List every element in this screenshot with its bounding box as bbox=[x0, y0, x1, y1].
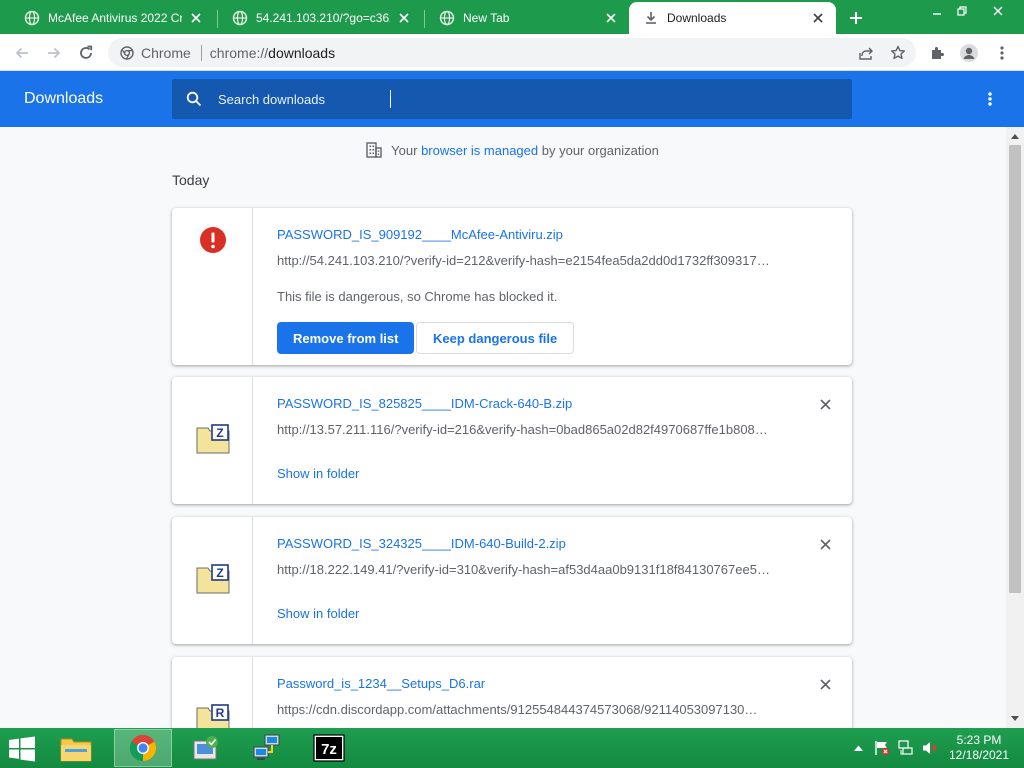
show-hidden-icons-arrow-icon[interactable] bbox=[850, 740, 866, 756]
chrome-logo-icon bbox=[120, 45, 134, 60]
clock-date: 12/18/2021 bbox=[948, 748, 1010, 762]
tab-title: McAfee Antivirus 2022 Cra bbox=[48, 11, 182, 25]
danger-icon bbox=[199, 226, 227, 254]
tab-new-tab[interactable]: New Tab bbox=[425, 2, 629, 34]
windows-start-icon[interactable] bbox=[8, 736, 40, 762]
downloads-list: Your browser is managed by your organiza… bbox=[0, 127, 1006, 728]
reload-button[interactable] bbox=[73, 40, 99, 66]
bookmark-star-icon[interactable] bbox=[889, 44, 907, 62]
taskbar-clock[interactable]: 5:23 PM 12/18/2021 bbox=[944, 733, 1014, 763]
downloads-header: Downloads bbox=[0, 71, 1024, 127]
text-cursor bbox=[390, 90, 391, 108]
forward-button[interactable] bbox=[41, 40, 67, 66]
more-actions-icon[interactable] bbox=[978, 87, 1002, 111]
svg-text:Z: Z bbox=[216, 566, 223, 580]
address-bar[interactable]: Chrome chrome://downloads bbox=[108, 38, 916, 67]
control-panel-icon[interactable] bbox=[177, 729, 235, 767]
download-url[interactable]: http://18.222.149.41/?verify-id=310&veri… bbox=[277, 562, 777, 577]
url-text: chrome://downloads bbox=[209, 44, 336, 61]
search-input[interactable] bbox=[218, 91, 818, 107]
show-in-folder-link[interactable]: Show in folder bbox=[277, 466, 359, 481]
7zip-icon[interactable]: 7z bbox=[300, 729, 358, 767]
extensions-puzzle-icon[interactable] bbox=[924, 40, 950, 66]
tab-downloads[interactable]: Downloads bbox=[629, 2, 836, 34]
building-icon bbox=[365, 141, 383, 159]
zip-file-icon: Z bbox=[196, 564, 230, 594]
close-tab-icon[interactable] bbox=[396, 10, 412, 26]
share-icon[interactable] bbox=[857, 44, 875, 62]
network-icon[interactable] bbox=[238, 729, 296, 767]
search-box[interactable] bbox=[172, 79, 852, 119]
keep-dangerous-file-button[interactable]: Keep dangerous file bbox=[416, 322, 575, 354]
action-center-flag-icon[interactable] bbox=[874, 740, 890, 756]
close-tab-icon[interactable] bbox=[603, 10, 619, 26]
volume-muted-icon[interactable] bbox=[922, 740, 938, 756]
svg-text:R: R bbox=[216, 706, 225, 720]
tab-mcafee[interactable]: McAfee Antivirus 2022 Cra bbox=[10, 2, 214, 34]
download-filename[interactable]: Password_is_1234__Setups_D6.rar bbox=[277, 676, 485, 691]
scroll-up-arrow-icon[interactable] bbox=[1006, 129, 1024, 143]
7zip-label: 7z bbox=[321, 741, 337, 758]
tab-title: New Tab bbox=[463, 11, 510, 25]
browser-toolbar: Chrome chrome://downloads bbox=[0, 34, 1024, 71]
remove-item-close-icon[interactable] bbox=[816, 395, 834, 413]
download-filename[interactable]: PASSWORD_IS_324325____IDM-640-Build-2.zi… bbox=[277, 536, 566, 551]
download-item-dangerous: PASSWORD_IS_909192____McAfee-Antiviru.zi… bbox=[172, 208, 852, 365]
close-window-icon[interactable] bbox=[978, 0, 1018, 22]
remove-item-close-icon[interactable] bbox=[816, 675, 834, 693]
download-icon bbox=[643, 10, 659, 26]
tab-title: 54.241.103.210/?go=c362 bbox=[256, 11, 390, 25]
windows-taskbar: 7z 5:23 PM 12/18/2021 bbox=[0, 728, 1024, 768]
browser-managed-link[interactable]: browser is managed bbox=[421, 143, 538, 158]
download-url[interactable]: https://cdn.discordapp.com/attachments/9… bbox=[277, 702, 777, 717]
back-button[interactable] bbox=[9, 40, 35, 66]
new-tab-button[interactable] bbox=[845, 7, 867, 29]
managed-notice: Your browser is managed by your organiza… bbox=[0, 141, 1006, 159]
svg-text:Z: Z bbox=[216, 426, 223, 440]
download-url[interactable]: http://13.57.211.116/?verify-id=216&veri… bbox=[277, 422, 777, 437]
tab-title: Downloads bbox=[667, 11, 727, 25]
search-icon bbox=[184, 89, 204, 109]
scroll-down-arrow-icon[interactable] bbox=[1006, 711, 1024, 725]
download-url[interactable]: http://54.241.103.210/?verify-id=212&ver… bbox=[277, 253, 777, 268]
download-filename[interactable]: PASSWORD_IS_909192____McAfee-Antiviru.zi… bbox=[277, 227, 563, 242]
file-explorer-icon[interactable] bbox=[47, 729, 105, 767]
remove-from-list-button[interactable]: Remove from list bbox=[277, 322, 415, 354]
tab-strip: McAfee Antivirus 2022 Cra 54.241.103.210… bbox=[0, 0, 1024, 34]
globe-icon bbox=[439, 10, 455, 26]
scroll-thumb[interactable] bbox=[1009, 145, 1021, 593]
address-separator bbox=[200, 44, 202, 61]
browser-menu-icon[interactable] bbox=[989, 40, 1015, 66]
restore-icon[interactable] bbox=[947, 0, 977, 22]
globe-icon bbox=[232, 10, 248, 26]
chrome-icon[interactable] bbox=[114, 729, 172, 767]
globe-icon bbox=[24, 10, 40, 26]
download-filename[interactable]: PASSWORD_IS_825825____IDM-Crack-640-B.zi… bbox=[277, 396, 572, 411]
rar-file-icon: R bbox=[196, 704, 230, 728]
close-tab-icon[interactable] bbox=[810, 10, 826, 26]
show-in-folder-link[interactable]: Show in folder bbox=[277, 606, 359, 621]
download-item: R Password_is_1234__Setups_D6.rar https:… bbox=[172, 657, 852, 728]
date-section-label: Today bbox=[172, 172, 210, 188]
site-label: Chrome bbox=[141, 44, 191, 61]
remove-item-close-icon[interactable] bbox=[816, 535, 834, 553]
tab-ip-address[interactable]: 54.241.103.210/?go=c362 bbox=[218, 2, 422, 34]
page-scrollbar[interactable] bbox=[1006, 127, 1024, 728]
clock-time: 5:23 PM bbox=[956, 733, 1002, 747]
download-item: Z PASSWORD_IS_324325____IDM-640-Build-2.… bbox=[172, 517, 852, 644]
page-title: Downloads bbox=[24, 90, 104, 107]
download-status: This file is dangerous, so Chrome has bl… bbox=[277, 289, 558, 304]
profile-avatar-icon[interactable] bbox=[956, 40, 982, 66]
zip-file-icon: Z bbox=[196, 424, 230, 454]
download-item: Z PASSWORD_IS_825825____IDM-Crack-640-B.… bbox=[172, 377, 852, 504]
close-tab-icon[interactable] bbox=[188, 10, 204, 26]
network-status-icon[interactable] bbox=[898, 740, 914, 756]
